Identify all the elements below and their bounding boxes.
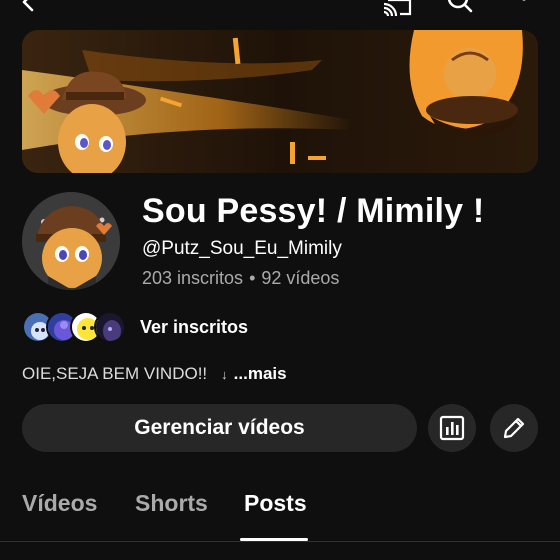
manage-videos-button[interactable]: Gerenciar vídeos [22,404,417,452]
more-link[interactable]: ↓ ...mais [221,364,286,384]
tabs-divider [0,541,560,542]
channel-avatar[interactable] [22,192,120,290]
channel-handle: @Putz_Sou_Eu_Mimily [142,238,342,259]
tab-shorts[interactable]: Shorts [135,490,208,540]
subscriber-avatar [94,311,126,343]
tab-videos[interactable]: Vídeos [22,490,97,540]
pencil-icon [503,417,525,439]
video-count: 92 vídeos [261,268,340,288]
channel-stats: 203 inscritos • 92 vídeos [142,268,339,289]
more-vert-icon[interactable] [516,0,544,16]
view-subscribers-row[interactable]: Ver inscritos [22,310,248,344]
top-app-bar [0,0,560,22]
arrow-down-icon: ↓ [221,366,228,382]
search-icon[interactable] [446,0,474,16]
analytics-button[interactable] [428,404,476,452]
edit-channel-button[interactable] [490,404,538,452]
channel-banner [22,30,538,173]
bar-chart-icon [439,415,465,441]
view-subscribers-label[interactable]: Ver inscritos [140,317,248,338]
stats-separator: • [249,268,256,288]
cast-icon[interactable] [382,0,412,17]
more-label: ...mais [233,364,287,383]
description-text: OIE,SEJA BEM VINDO!! [22,364,208,383]
back-arrow-icon[interactable] [18,0,46,16]
subscriber-count: 203 inscritos [142,268,244,288]
channel-name: Sou Pessy! / Mimily ! [142,192,485,230]
tab-posts[interactable]: Posts [244,490,307,540]
channel-description: OIE,SEJA BEM VINDO!! ↓ ...mais [22,364,287,384]
channel-tabs: Vídeos Shorts Posts [0,490,560,542]
